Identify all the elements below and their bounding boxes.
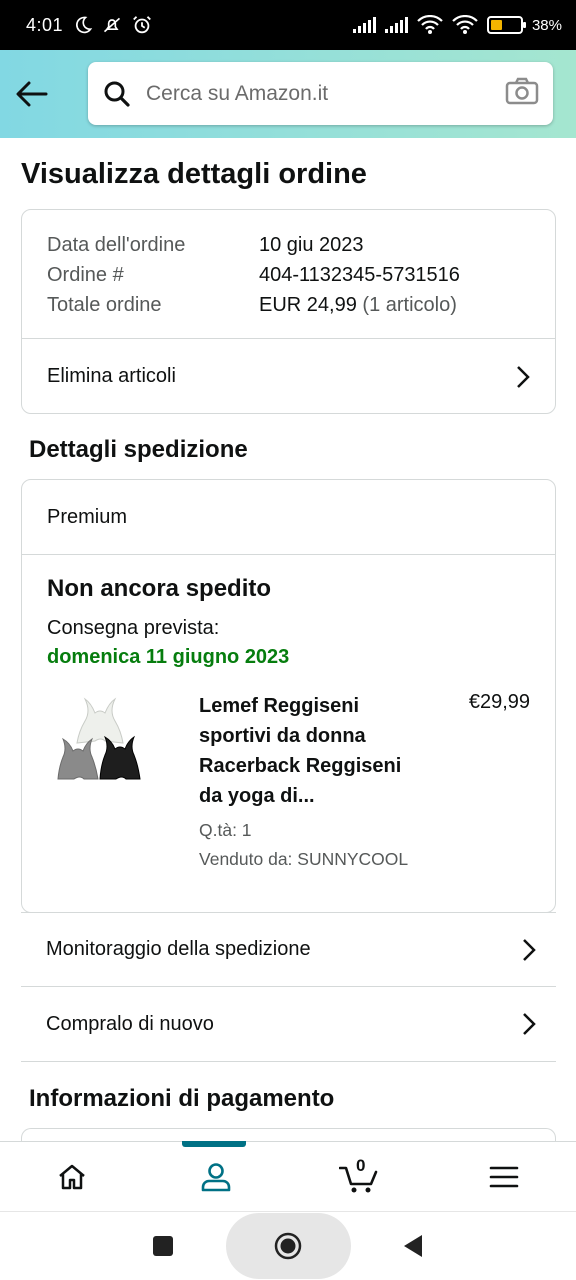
chevron-right-icon — [523, 1013, 536, 1035]
order-total-row: Totale ordine EUR 24,99 (1 articolo) — [47, 290, 530, 320]
chevron-right-icon — [523, 938, 536, 961]
system-nav — [0, 1211, 576, 1280]
product-item[interactable]: Lemef Reggiseni sportivi da donna Racerb… — [47, 691, 530, 874]
product-title-line: da yoga di... — [199, 785, 315, 807]
app-header — [0, 50, 576, 138]
signal-icon — [352, 17, 376, 33]
payment-section-title: Informazioni di pagamento — [29, 1085, 335, 1112]
delivery-date: domenica 11 giugno 2023 — [47, 646, 290, 668]
shipment-status: Non ancora spedito — [47, 575, 272, 602]
arrow-left-icon — [16, 81, 48, 107]
order-date-label: Data dell'ordine — [47, 234, 186, 256]
shipping-section-title: Dettagli spedizione — [29, 436, 248, 463]
nav-menu[interactable] — [432, 1142, 576, 1211]
clock: 4:01 — [26, 14, 64, 35]
system-back-button[interactable] — [351, 1213, 476, 1279]
page-title: Visualizza dettagli ordine — [21, 158, 367, 190]
order-item-count: (1 articolo) — [362, 294, 457, 316]
search-bar[interactable] — [88, 62, 553, 125]
notifications-off-icon — [103, 17, 121, 33]
product-meta: Q.tà: 1 Venduto da: SUNNYCOOL — [199, 816, 429, 874]
wifi-icon — [417, 15, 443, 34]
menu-icon — [489, 1166, 519, 1187]
order-date-value: 10 giu 2023 — [259, 234, 364, 256]
product-title[interactable]: Lemef Reggiseni sportivi da donna Racerb… — [199, 691, 429, 811]
shipping-card: Premium Non ancora spedito Consegna prev… — [21, 479, 556, 913]
order-date-row: Data dell'ordine 10 giu 2023 — [47, 230, 530, 260]
delete-items-label: Elimina articoli — [47, 365, 176, 387]
search-input[interactable] — [146, 81, 486, 106]
alarm-icon — [133, 16, 151, 34]
battery-percent: 38% — [531, 16, 562, 34]
nav-account[interactable] — [144, 1141, 288, 1211]
nav-home[interactable] — [0, 1142, 144, 1211]
bottom-nav: 0 — [0, 1141, 576, 1211]
shipping-type: Premium — [47, 505, 128, 528]
moon-icon — [76, 16, 93, 34]
delivery-label: Consegna prevista: — [47, 617, 220, 639]
home-icon — [274, 1232, 302, 1260]
recents-icon — [153, 1236, 173, 1256]
product-title-line: sportivi da donna — [199, 725, 366, 747]
order-info: Data dell'ordine 10 giu 2023 Ordine # 40… — [22, 210, 555, 338]
product-price: €29,99 — [468, 691, 530, 713]
order-number-value: 404-1132345-5731516 — [259, 264, 460, 286]
order-total-amount: EUR 24,99 — [259, 294, 357, 316]
home-icon — [59, 1164, 85, 1189]
chevron-right-icon — [517, 365, 530, 388]
camera-icon[interactable] — [505, 77, 539, 110]
track-shipment-link[interactable]: Monitoraggio della spedizione — [21, 912, 556, 987]
nav-cart[interactable]: 0 — [288, 1142, 432, 1211]
back-button[interactable] — [0, 50, 64, 138]
order-total-value: EUR 24,99 (1 articolo) — [259, 290, 457, 320]
status-left-icons — [73, 14, 153, 36]
battery-icon — [486, 16, 526, 34]
product-image[interactable] — [55, 691, 155, 791]
order-number-row: Ordine # 404-1132345-5731516 — [47, 260, 530, 290]
shipment-body: Non ancora spedito Consegna prevista: do… — [22, 555, 555, 894]
track-shipment-label: Monitoraggio della spedizione — [46, 938, 311, 960]
recents-button[interactable] — [101, 1213, 226, 1279]
buy-again-label: Compralo di nuovo — [46, 1012, 214, 1035]
product-title-line: Racerback Reggiseni — [199, 755, 402, 777]
order-number-label: Ordine # — [47, 264, 124, 286]
account-icon — [201, 1162, 231, 1191]
order-summary-card: Data dell'ordine 10 giu 2023 Ordine # 40… — [21, 209, 556, 414]
status-right-icons: 38% — [352, 15, 562, 35]
status-bar: 4:01 38% — [0, 0, 576, 50]
search-icon — [102, 79, 132, 109]
hotspot-icon — [452, 15, 478, 34]
signal-icon — [384, 17, 408, 33]
cart-count: 0 — [356, 1156, 366, 1175]
buy-again-link[interactable]: Compralo di nuovo — [21, 987, 556, 1062]
product-details: Lemef Reggiseni sportivi da donna Racerb… — [199, 691, 429, 874]
product-quantity: Q.tà: 1 — [199, 820, 252, 840]
product-seller: Venduto da: SUNNYCOOL — [199, 849, 409, 869]
system-home-button[interactable] — [225, 1213, 351, 1279]
order-total-label: Totale ordine — [47, 294, 162, 316]
delete-items-link[interactable]: Elimina articoli — [22, 339, 555, 414]
back-icon — [404, 1235, 422, 1257]
order-actions: Monitoraggio della spedizione Compralo d… — [21, 912, 556, 1062]
product-title-line: Lemef Reggiseni — [199, 695, 360, 717]
